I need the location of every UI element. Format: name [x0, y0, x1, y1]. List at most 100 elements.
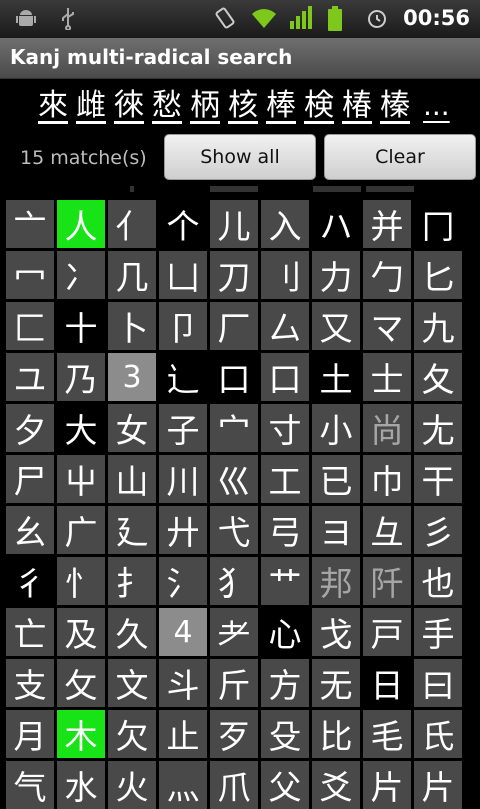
radical-cell[interactable]: 手 [414, 608, 462, 656]
result-kanji[interactable]: 検 [303, 86, 335, 130]
radical-cell[interactable]: 文 [108, 659, 156, 707]
result-kanji[interactable]: 柄 [189, 86, 221, 130]
radical-cell[interactable]: 并 [363, 200, 411, 248]
radical-cell[interactable]: 宀 [210, 404, 258, 452]
radical-cell[interactable]: 也 [414, 557, 462, 605]
radical-cell[interactable]: 日 [363, 659, 411, 707]
radical-cell[interactable]: 阡 [363, 557, 411, 605]
radical-cell[interactable]: 心 [261, 608, 309, 656]
radical-cell[interactable]: 夂 [414, 353, 462, 401]
radical-cell[interactable]: 耂 [210, 608, 258, 656]
radical-cell[interactable]: 九 [414, 302, 462, 350]
show-all-button[interactable]: Show all [164, 134, 316, 180]
radical-cell[interactable]: 欠 [108, 710, 156, 758]
more-results-link[interactable]: ... [423, 86, 450, 130]
radical-cell[interactable]: 凵 [159, 251, 207, 299]
radical-cell[interactable]: 彑 [363, 506, 411, 554]
radical-cell[interactable]: 小 [312, 404, 360, 452]
radical-cell[interactable]: 无 [312, 659, 360, 707]
radical-cell[interactable]: 久 [108, 608, 156, 656]
radical-cell[interactable]: 斤 [210, 659, 258, 707]
radical-cell[interactable]: 卩 [159, 302, 207, 350]
radical-cell[interactable]: 卜 [108, 302, 156, 350]
radical-cell[interactable]: 亡 [6, 608, 54, 656]
radical-cell[interactable]: 广 [57, 506, 105, 554]
radical-cell[interactable]: 爻 [312, 761, 360, 809]
radical-cell[interactable]: 片 [363, 761, 411, 809]
radical-cell[interactable]: 火 [108, 761, 156, 809]
radical-cell[interactable]: 刂 [261, 251, 309, 299]
radical-cell[interactable]: ユ [6, 353, 54, 401]
radical-cell[interactable]: 个 [159, 200, 207, 248]
radical-cell[interactable]: 毛 [363, 710, 411, 758]
radical-cell[interactable]: 月 [6, 710, 54, 758]
radical-cell[interactable]: 及 [57, 608, 105, 656]
clear-button[interactable]: Clear [324, 134, 476, 180]
radical-cell[interactable]: 戸 [363, 608, 411, 656]
radical-cell[interactable]: 乃 [57, 353, 105, 401]
radical-cell[interactable]: 攵 [57, 659, 105, 707]
radical-cell[interactable]: 斗 [159, 659, 207, 707]
radical-cell[interactable]: 支 [6, 659, 54, 707]
radical-cell[interactable]: 土 [312, 353, 360, 401]
result-kanji[interactable]: 棒 [265, 86, 297, 130]
radical-grid[interactable]: 亠人亻个儿入ハ并冂冖冫几凵刀刂力勹匕匚十卜卩厂厶又マ九ユ乃 3 ⻌口口土士夂夕大女子… [6, 200, 474, 809]
radical-cell[interactable]: 爪 [210, 761, 258, 809]
radical-cell[interactable]: 冂 [414, 200, 462, 248]
radical-cell[interactable]: 弋 [210, 506, 258, 554]
radical-cell[interactable]: 女 [108, 404, 156, 452]
radical-cell[interactable]: 幺 [6, 506, 54, 554]
radical-cell[interactable]: 匚 [6, 302, 54, 350]
radical-cell[interactable]: 木 [57, 710, 105, 758]
radical-cell[interactable]: 屮 [57, 455, 105, 503]
radical-cell[interactable]: 几 [108, 251, 156, 299]
radical-cell[interactable]: 厶 [261, 302, 309, 350]
result-kanji[interactable]: 徠 [113, 86, 145, 130]
result-kanji[interactable]: 愁 [151, 86, 183, 130]
radical-cell[interactable]: 水 [57, 761, 105, 809]
radical-cell[interactable]: 比 [312, 710, 360, 758]
radical-cell[interactable]: 殳 [261, 710, 309, 758]
result-kanji[interactable]: 來 [37, 86, 69, 130]
radical-cell[interactable]: 曰 [414, 659, 462, 707]
radical-cell[interactable]: 歹 [210, 710, 258, 758]
radical-cell[interactable]: 厂 [210, 302, 258, 350]
radical-cell[interactable]: 尸 [6, 455, 54, 503]
radical-cell[interactable]: 氏 [414, 710, 462, 758]
radical-cell[interactable]: 犭 [210, 557, 258, 605]
radical-cell[interactable]: 巾 [363, 455, 411, 503]
radical-cell[interactable]: マ [363, 302, 411, 350]
radical-cell[interactable]: 寸 [261, 404, 309, 452]
radical-cell[interactable]: 彡 [414, 506, 462, 554]
radical-cell[interactable]: 士 [363, 353, 411, 401]
radical-cell[interactable]: 巛 [210, 455, 258, 503]
radical-cell[interactable]: 亠 [6, 200, 54, 248]
radical-cell[interactable]: 十 [57, 302, 105, 350]
radical-cell[interactable]: 冫 [57, 251, 105, 299]
radical-cell[interactable]: 夕 [6, 404, 54, 452]
radical-cell[interactable]: 忄 [57, 557, 105, 605]
radical-cell[interactable]: 方 [261, 659, 309, 707]
radical-cell[interactable]: 勹 [363, 251, 411, 299]
radical-cell[interactable]: 口 [210, 353, 258, 401]
result-kanji[interactable]: 榛 [379, 86, 411, 130]
radical-cell[interactable]: 氵 [159, 557, 207, 605]
radical-cell[interactable]: 川 [159, 455, 207, 503]
radical-cell[interactable]: 工 [261, 455, 309, 503]
radical-cell[interactable]: 匕 [414, 251, 462, 299]
radical-cell[interactable]: 邦 [312, 557, 360, 605]
result-kanji[interactable]: 雌 [75, 86, 107, 130]
radical-cell[interactable]: 灬 [159, 761, 207, 809]
radical-cell[interactable]: 干 [414, 455, 462, 503]
radical-cell[interactable]: 人 [57, 200, 105, 248]
radical-cell[interactable]: 弓 [261, 506, 309, 554]
radical-cell[interactable]: 入 [261, 200, 309, 248]
radical-cell[interactable]: 廾 [159, 506, 207, 554]
radical-cell[interactable]: 口 [261, 353, 309, 401]
radical-cell[interactable]: ヨ [312, 506, 360, 554]
radical-cell[interactable]: 子 [159, 404, 207, 452]
radical-cell[interactable]: 刀 [210, 251, 258, 299]
radical-cell[interactable]: 父 [261, 761, 309, 809]
radical-cell[interactable]: 气 [6, 761, 54, 809]
radical-cell[interactable]: 扌 [108, 557, 156, 605]
